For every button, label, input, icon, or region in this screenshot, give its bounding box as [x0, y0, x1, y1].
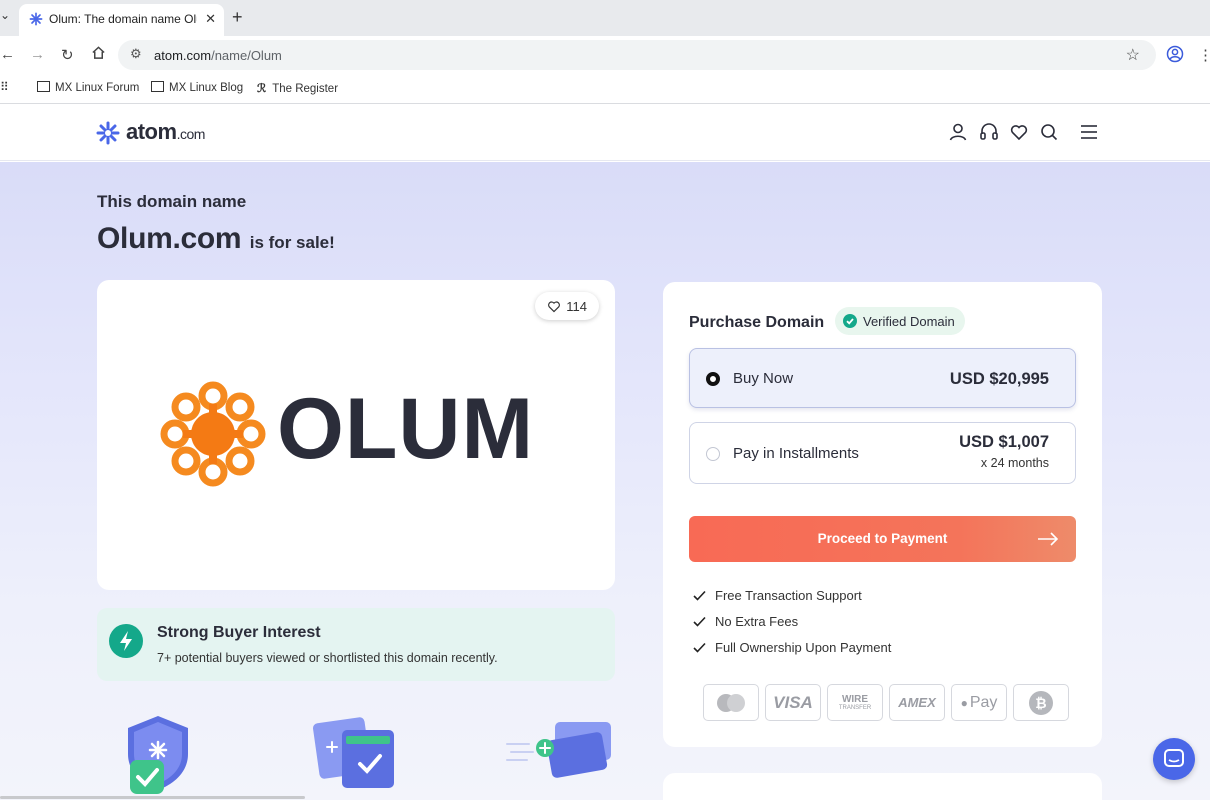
verified-check-icon — [843, 314, 857, 328]
url-text: atom.com/name/Olum — [154, 48, 282, 63]
buy-now-label: Buy Now — [733, 370, 794, 387]
chat-icon — [1164, 749, 1184, 767]
interest-text: 7+ potential buyers viewed or shortliste… — [157, 651, 498, 665]
feature-item: Full Ownership Upon Payment — [693, 640, 891, 655]
browser-toolbar: ← → ↻ ⚙ atom.com/name/Olum ☆ ⋮ — [0, 36, 1210, 74]
site-header: atom.com — [0, 105, 1210, 161]
tab-list-chevron-icon[interactable]: ⌄ — [0, 8, 10, 22]
verified-label: Verified Domain — [863, 313, 955, 329]
search-icon[interactable] — [1038, 121, 1060, 143]
verified-domain-badge: Verified Domain — [835, 307, 965, 335]
chart-favicon-icon — [37, 81, 50, 92]
installments-option[interactable]: Pay in Installments USD $1,007 x 24 mont… — [689, 422, 1076, 484]
reload-icon[interactable]: ↻ — [61, 46, 74, 64]
feature-label: Free Transaction Support — [715, 588, 862, 603]
arrow-right-icon — [1038, 532, 1059, 546]
feature-item: No Extra Fees — [693, 614, 798, 629]
checkmark-icon — [693, 590, 706, 601]
proceed-to-payment-button[interactable]: Proceed to Payment — [689, 516, 1076, 562]
installments-radio[interactable] — [706, 447, 720, 461]
cta-label: Proceed to Payment — [817, 531, 948, 546]
chart-favicon-icon — [151, 81, 164, 92]
atom-logo-icon — [96, 121, 120, 145]
bookmark-mx-linux-forum[interactable]: MX Linux Forum — [37, 81, 139, 94]
feature-label: No Extra Fees — [715, 614, 799, 629]
logo-wordmark: atom.com — [126, 119, 205, 144]
close-tab-icon[interactable]: ✕ — [205, 11, 216, 27]
payment-methods-row: VISA WIRE TRANSFER AMEX ● Pay ₿ — [703, 684, 1069, 721]
user-account-icon[interactable] — [947, 121, 969, 143]
likes-count: 114 — [566, 298, 587, 314]
buy-now-price: USD $20,995 — [949, 370, 1049, 388]
hero-headline: Olum.com is for sale! — [97, 222, 335, 256]
security-shield-icon — [128, 716, 188, 794]
home-icon[interactable] — [91, 45, 106, 64]
apps-grid-icon[interactable]: ⠿ — [0, 80, 9, 94]
purchase-domain-card: Purchase Domain Verified Domain Buy Now … — [663, 282, 1102, 747]
chat-support-button[interactable] — [1153, 738, 1195, 780]
domain-transfer-illustration-icon — [313, 717, 394, 788]
secondary-card — [663, 773, 1102, 800]
apple-pay-icon: ● Pay — [951, 684, 1007, 721]
tab-title: Olum: The domain name Olum.com is for sa… — [49, 12, 197, 26]
profile-icon[interactable] — [1166, 45, 1184, 67]
olum-wordmark: OLUM — [277, 381, 535, 477]
feature-item: Free Transaction Support — [693, 588, 862, 603]
domain-name: Olum.com — [97, 222, 242, 255]
buy-now-radio[interactable] — [706, 372, 720, 386]
checkmark-icon — [693, 616, 706, 627]
bookmarks-bar: ⠿ MX Linux Forum MX Linux Blog ℛ The Regi… — [0, 74, 1210, 104]
for-sale-text: is for sale! — [249, 233, 335, 252]
browser-menu-icon[interactable]: ⋮ — [1198, 46, 1210, 64]
atom-favicon-icon — [29, 12, 43, 31]
bookmark-mx-linux-blog[interactable]: MX Linux Blog — [151, 81, 243, 94]
buyer-interest-banner: Strong Buyer Interest 7+ potential buyer… — [97, 608, 615, 681]
buy-now-option[interactable]: Buy Now USD $20,995 — [689, 348, 1076, 408]
new-tab-plus-icon[interactable]: + — [232, 7, 243, 28]
installments-label: Pay in Installments — [733, 445, 859, 462]
address-bar[interactable]: ⚙ atom.com/name/Olum ☆ — [118, 40, 1156, 70]
favorites-heart-icon[interactable] — [1008, 121, 1030, 143]
visa-icon: VISA — [765, 684, 821, 721]
bitcoin-icon: ₿ — [1013, 684, 1069, 721]
purchase-title: Purchase Domain — [689, 314, 825, 331]
back-arrow-icon[interactable]: ← — [0, 46, 15, 63]
installments-term: x 24 months — [980, 456, 1049, 470]
hamburger-menu-icon[interactable] — [1078, 121, 1100, 143]
amex-icon: AMEX — [889, 684, 945, 721]
browser-tab[interactable]: Olum: The domain name Olum.com is for sa… — [19, 4, 224, 36]
site-settings-icon[interactable]: ⚙ — [130, 46, 142, 62]
main-content: This domain name Olum.com is for sale! 1… — [0, 162, 1210, 800]
browser-tab-bar: ⌄ Olum: The domain name Olum.com is for … — [0, 0, 1210, 36]
interest-heading: Strong Buyer Interest — [157, 624, 321, 641]
horizontal-scrollbar[interactable] — [0, 796, 305, 799]
checkmark-icon — [693, 642, 706, 653]
installments-price: USD $1,007 — [959, 433, 1049, 451]
heart-icon — [548, 300, 561, 312]
likes-button[interactable]: 114 — [535, 292, 599, 320]
forward-arrow-icon[interactable]: → — [30, 46, 45, 63]
register-favicon-icon: ℛ — [257, 83, 267, 95]
domain-logo-card: 114 OLUM — [97, 280, 615, 590]
olum-sun-logo-icon — [160, 381, 266, 487]
payment-cards-illustration-icon — [506, 722, 611, 778]
lightning-bolt-icon — [109, 624, 143, 658]
feature-label: Full Ownership Upon Payment — [715, 640, 892, 655]
hero-kicker: This domain name — [97, 192, 247, 211]
svg-text:₿: ₿ — [1035, 696, 1046, 712]
support-headset-icon[interactable] — [978, 121, 1000, 143]
mastercard-icon — [703, 684, 759, 721]
wire-transfer-icon: WIRE TRANSFER — [827, 684, 883, 721]
bookmark-star-icon[interactable]: ☆ — [1126, 45, 1140, 65]
bookmark-the-register[interactable]: ℛ The Register — [257, 81, 338, 95]
